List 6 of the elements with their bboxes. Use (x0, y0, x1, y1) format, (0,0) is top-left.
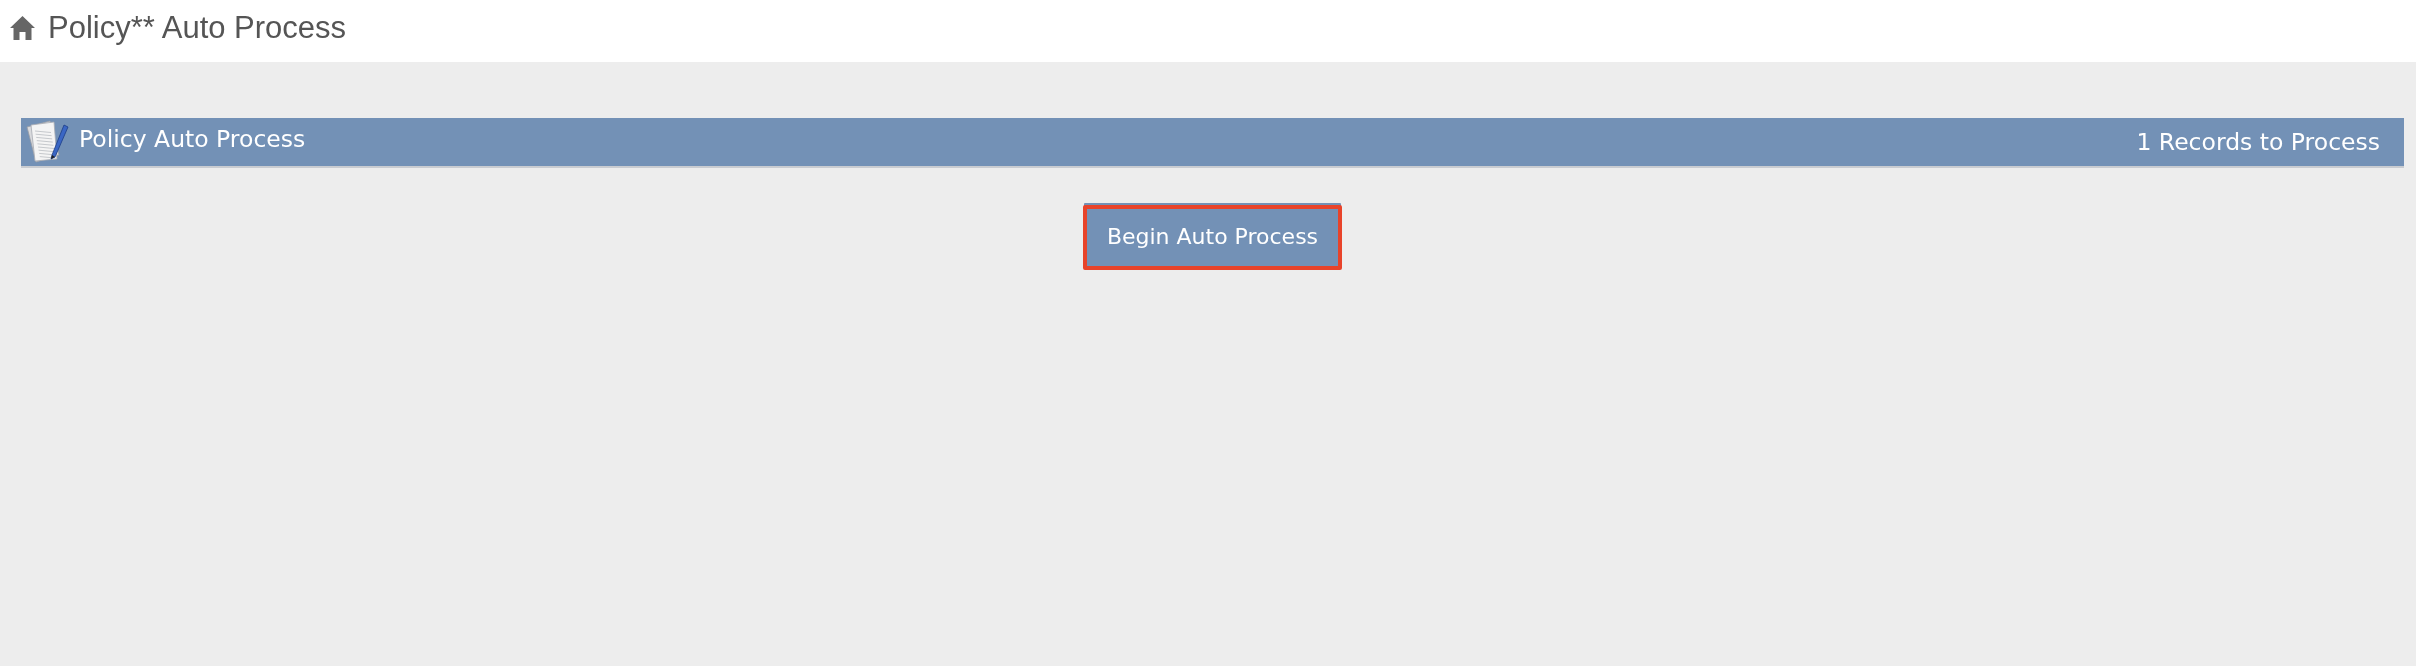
home-icon[interactable] (10, 16, 35, 40)
panel-title: Policy Auto Process (79, 124, 306, 156)
page-title: Policy** Auto Process (48, 11, 347, 43)
document-pen-icon (24, 119, 70, 165)
record-count: 1 Records to Process (2136, 126, 2380, 158)
begin-process-button[interactable]: Begin Auto Process (1082, 205, 1343, 271)
